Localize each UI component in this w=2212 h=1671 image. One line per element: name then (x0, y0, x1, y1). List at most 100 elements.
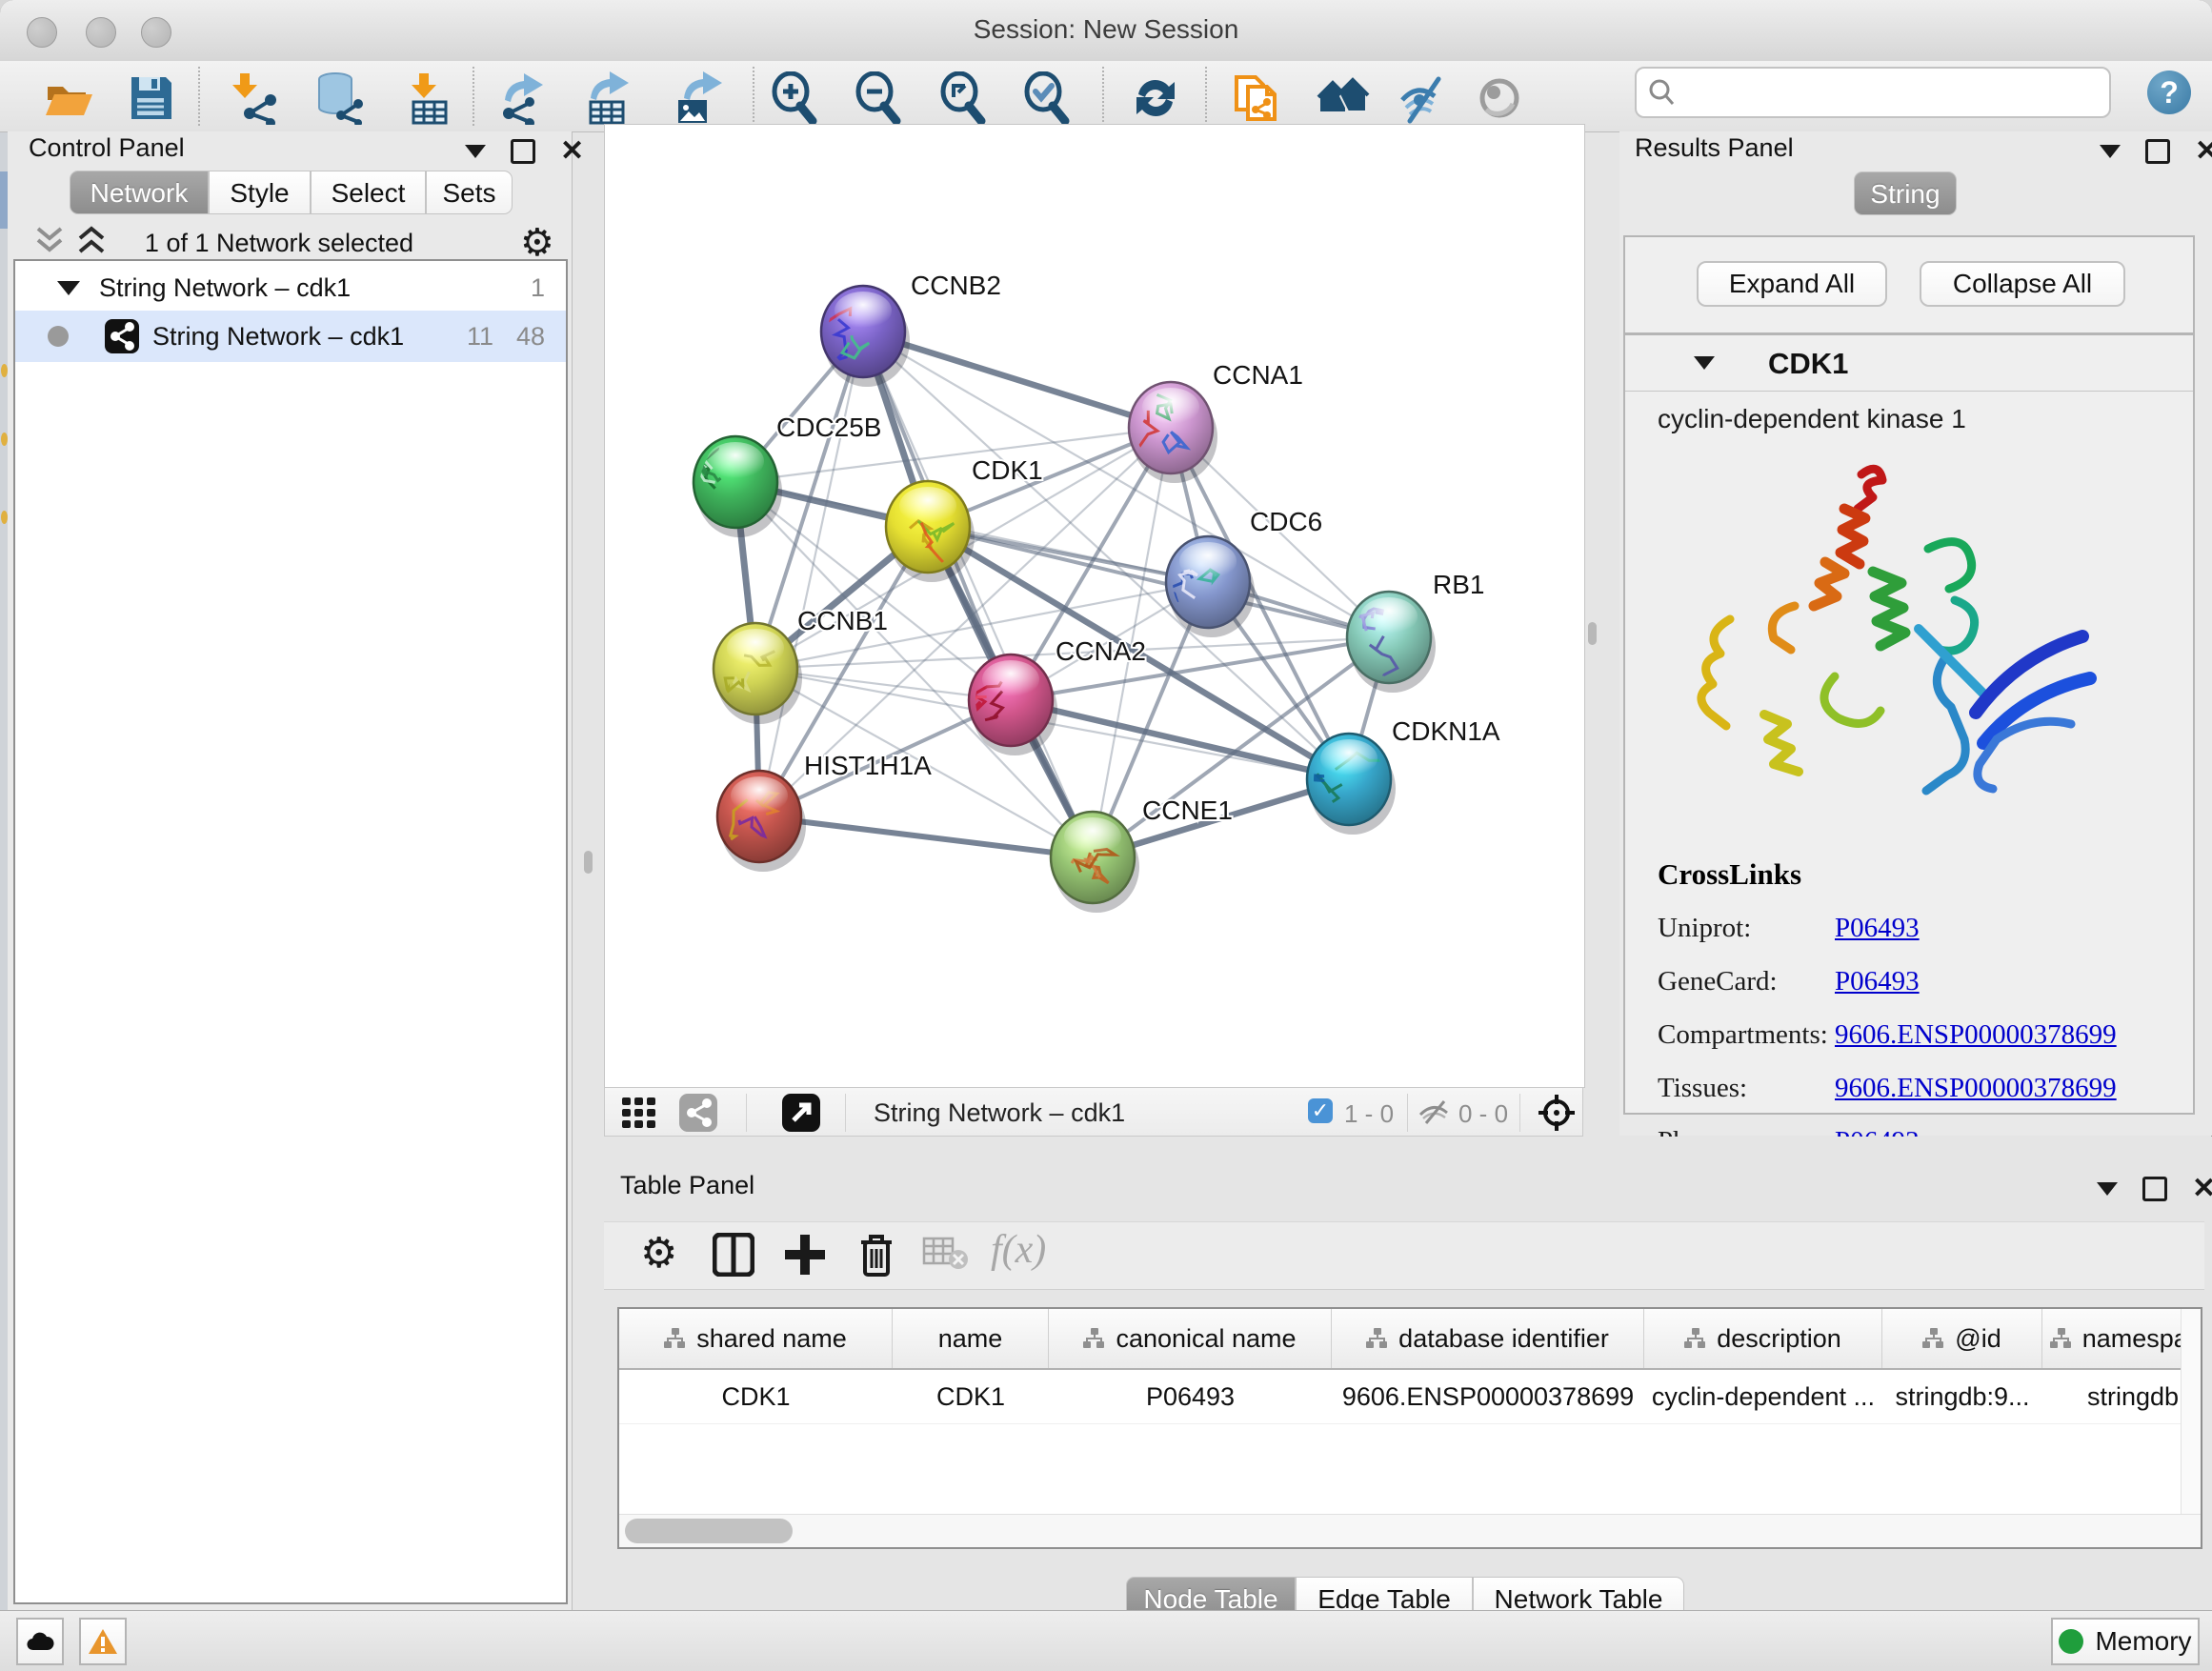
network-edge-CCNA2-CDKN1A[interactable] (1011, 700, 1349, 779)
zoom-out-icon[interactable] (852, 71, 905, 125)
left-splitter-handle[interactable] (584, 851, 593, 874)
column-header--id[interactable]: @id (1882, 1309, 2042, 1368)
hide-graphics-details-icon[interactable] (1397, 71, 1450, 125)
zoom-fit-icon[interactable] (936, 71, 990, 125)
warnings-button[interactable] (79, 1618, 127, 1665)
refresh-view-icon[interactable] (1129, 71, 1182, 125)
network-node-CDC6[interactable]: CDC6 (1160, 507, 1322, 637)
collapse-all-tree-icon[interactable] (76, 225, 111, 257)
scrollbar-thumb[interactable] (625, 1519, 793, 1543)
import-network-file-icon[interactable] (227, 71, 280, 125)
network-node-CCNA1[interactable]: CCNA1 (1122, 360, 1303, 483)
birds-eye-crosshair-icon[interactable] (1537, 1093, 1577, 1133)
network-node-CDKN1A[interactable]: CDKN1A (1303, 716, 1500, 835)
column-header-shared-name[interactable]: shared name (619, 1309, 893, 1368)
zoom-selected-icon[interactable] (1020, 71, 1074, 125)
column-header-database-identifier[interactable]: database identifier (1332, 1309, 1644, 1368)
crosslink-link[interactable]: 9606.ENSP00000378699 (1835, 1073, 2117, 1104)
crosslink-link[interactable]: P06493 (1835, 913, 1920, 944)
table-cell[interactable]: stringdb (2042, 1370, 2202, 1423)
panel-float-icon[interactable] (2145, 139, 2170, 164)
network-node-HIST1H1A[interactable]: HIST1H1A (717, 751, 932, 872)
show-columns-icon[interactable] (713, 1233, 754, 1277)
string-documents-icon[interactable] (1231, 71, 1284, 125)
export-table-icon[interactable] (583, 71, 636, 125)
network-node-RB1[interactable]: RB1 (1347, 570, 1484, 693)
delete-table-icon (922, 1233, 970, 1271)
tab-style[interactable]: Style (209, 171, 311, 214)
network-edge-CCNE1-HIST1H1A[interactable] (759, 816, 1093, 857)
column-header-namespace[interactable]: namespace (2042, 1309, 2202, 1368)
panel-close-icon[interactable]: ✕ (2192, 1179, 2212, 1198)
table-row[interactable]: CDK1CDK1P064939606.ENSP00000378699cyclin… (619, 1370, 2201, 1424)
panel-close-icon[interactable]: ✕ (2195, 142, 2212, 161)
expand-all-button[interactable]: Expand All (1697, 261, 1887, 307)
network-node-CCNB1[interactable]: CCNB1 (714, 606, 888, 724)
panel-float-icon[interactable] (511, 139, 535, 164)
column-header-description[interactable]: description (1644, 1309, 1882, 1368)
protein-collapse-icon[interactable] (1694, 356, 1715, 370)
crosslink-link[interactable]: P06493 (1835, 966, 1920, 997)
selected-checkbox-icon[interactable]: ✓ (1308, 1098, 1333, 1123)
column-type-icon (1366, 1328, 1389, 1349)
panel-menu-icon[interactable] (2097, 1182, 2118, 1196)
hidden-eye-icon[interactable] (1418, 1099, 1451, 1124)
network-canvas[interactable]: CCNB2CCNA1CDC25BCDK1CDC6RB1CCNB1CCNA2CDK… (604, 124, 1585, 1088)
table-cell[interactable]: cyclin-dependent ... (1644, 1370, 1882, 1423)
table-cell[interactable]: P06493 (1049, 1370, 1332, 1423)
column-header-name[interactable]: name (893, 1309, 1049, 1368)
network-edge-CDK1-RB1[interactable] (928, 527, 1389, 637)
memory-button[interactable]: Memory (2051, 1618, 2200, 1665)
import-table-file-icon[interactable] (400, 71, 453, 125)
network-node-CCNB2[interactable]: CCNB2 (811, 271, 1001, 387)
expand-all-tree-icon[interactable] (34, 225, 69, 257)
show-view-icon[interactable] (1473, 71, 1526, 125)
search-input[interactable] (1686, 72, 2100, 111)
footer-separator (1519, 1094, 1520, 1132)
collection-expand-icon[interactable] (57, 281, 80, 295)
network-node-CCNE1[interactable]: CCNE1 (1051, 795, 1233, 913)
panel-menu-icon[interactable] (2100, 145, 2121, 158)
protein-card-header[interactable]: CDK1 (1625, 335, 2193, 392)
panel-close-icon[interactable]: ✕ (560, 142, 584, 161)
import-network-database-icon[interactable] (312, 71, 366, 125)
string-view-icon[interactable] (679, 1094, 717, 1132)
table-cell[interactable]: CDK1 (619, 1370, 893, 1423)
network-status-dot (48, 326, 69, 347)
delete-column-icon[interactable] (857, 1233, 895, 1278)
help-button[interactable]: ? (2147, 70, 2191, 114)
table-cell[interactable]: stringdb:9... (1882, 1370, 2042, 1423)
crosslink-link[interactable]: 9606.ENSP00000378699 (1835, 1019, 2117, 1051)
column-header-canonical-name[interactable]: canonical name (1049, 1309, 1332, 1368)
warning-icon (88, 1628, 118, 1655)
return-to-home-icon[interactable] (1317, 71, 1370, 125)
collapse-all-button[interactable]: Collapse All (1920, 261, 2125, 307)
column-type-icon (1684, 1328, 1707, 1349)
right-splitter-handle[interactable] (1588, 622, 1597, 645)
add-column-icon[interactable] (783, 1233, 827, 1277)
detach-view-icon[interactable] (782, 1094, 820, 1132)
export-image-icon[interactable] (673, 71, 726, 125)
network-collection-row[interactable]: String Network – cdk1 1 (15, 265, 566, 311)
open-session-icon[interactable] (42, 71, 95, 125)
grid-view-icon[interactable] (622, 1097, 660, 1128)
table-cell[interactable]: CDK1 (893, 1370, 1049, 1423)
tab-network[interactable]: Network (70, 171, 209, 214)
tab-sets[interactable]: Sets (426, 171, 513, 214)
column-header-label: name (938, 1324, 1003, 1354)
table-vertical-scrollbar[interactable] (2181, 1309, 2201, 1547)
network-row[interactable]: String Network – cdk1 11 48 (15, 311, 566, 362)
tab-select[interactable]: Select (311, 171, 426, 214)
table-horizontal-scrollbar[interactable] (619, 1514, 2201, 1547)
tab-string-results[interactable]: String (1854, 171, 1957, 215)
panel-menu-icon[interactable] (465, 145, 486, 158)
export-network-icon[interactable] (497, 71, 551, 125)
cloud-status-button[interactable] (16, 1618, 64, 1665)
table-settings-gear-icon[interactable]: ⚙ (640, 1229, 677, 1278)
panel-float-icon[interactable] (2142, 1177, 2167, 1201)
control-panel: Control Panel ✕ Network Style Select Set… (8, 131, 573, 1610)
zoom-in-icon[interactable] (768, 71, 821, 125)
table-cell[interactable]: 9606.ENSP00000378699 (1332, 1370, 1644, 1423)
network-edge-CCNB2-HIST1H1A[interactable] (759, 332, 863, 816)
save-session-icon[interactable] (124, 71, 177, 125)
